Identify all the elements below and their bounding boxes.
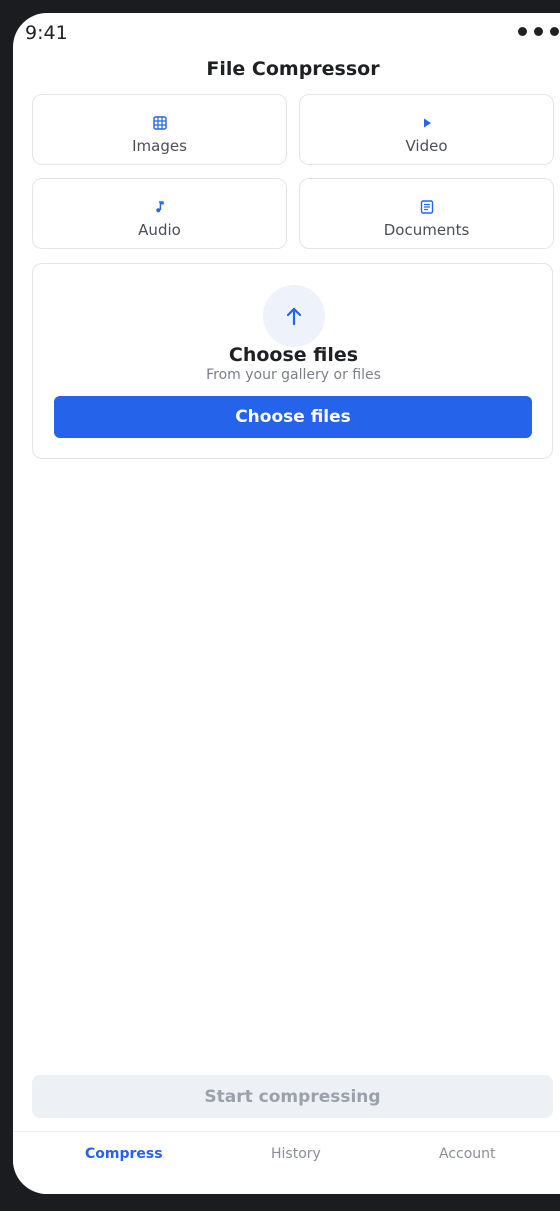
tab-account[interactable]: Account (439, 1146, 496, 1162)
status-indicators (518, 27, 559, 36)
document-icon (420, 200, 433, 214)
status-time: 9:41 (25, 22, 68, 44)
category-audio[interactable]: Audio (32, 178, 287, 249)
status-dot (550, 27, 559, 36)
status-dot (534, 27, 543, 36)
grid-icon (152, 116, 167, 130)
arrow-up-icon (286, 307, 302, 326)
category-label: Documents (383, 221, 470, 239)
tab-compress[interactable]: Compress (85, 1146, 163, 1162)
play-icon (423, 118, 431, 128)
upload-heading: Choose files (228, 344, 359, 366)
category-video[interactable]: Video (299, 94, 554, 165)
category-images[interactable]: Images (32, 94, 287, 165)
category-label: Images (132, 137, 187, 155)
upload-subtitle: From your gallery or files (206, 367, 381, 383)
app-screen: 9:41 File Compressor Images Video Audio … (13, 13, 560, 1194)
music-note-icon (155, 201, 164, 213)
device-frame: 9:41 File Compressor Images Video Audio … (0, 0, 560, 1211)
category-label: Audio (138, 221, 181, 239)
start-compressing-button[interactable]: Start compressing (32, 1075, 553, 1118)
upload-card: Choose files From your gallery or files … (32, 263, 553, 459)
category-documents[interactable]: Documents (299, 178, 554, 249)
choose-files-button[interactable]: Choose files (54, 396, 532, 438)
upload-icon-circle (263, 285, 325, 347)
status-dot (518, 27, 527, 36)
bottom-tab-bar: Compress History Account (13, 1131, 560, 1194)
page-title: File Compressor (206, 58, 380, 80)
tab-history[interactable]: History (271, 1146, 321, 1162)
category-label: Video (405, 137, 448, 155)
